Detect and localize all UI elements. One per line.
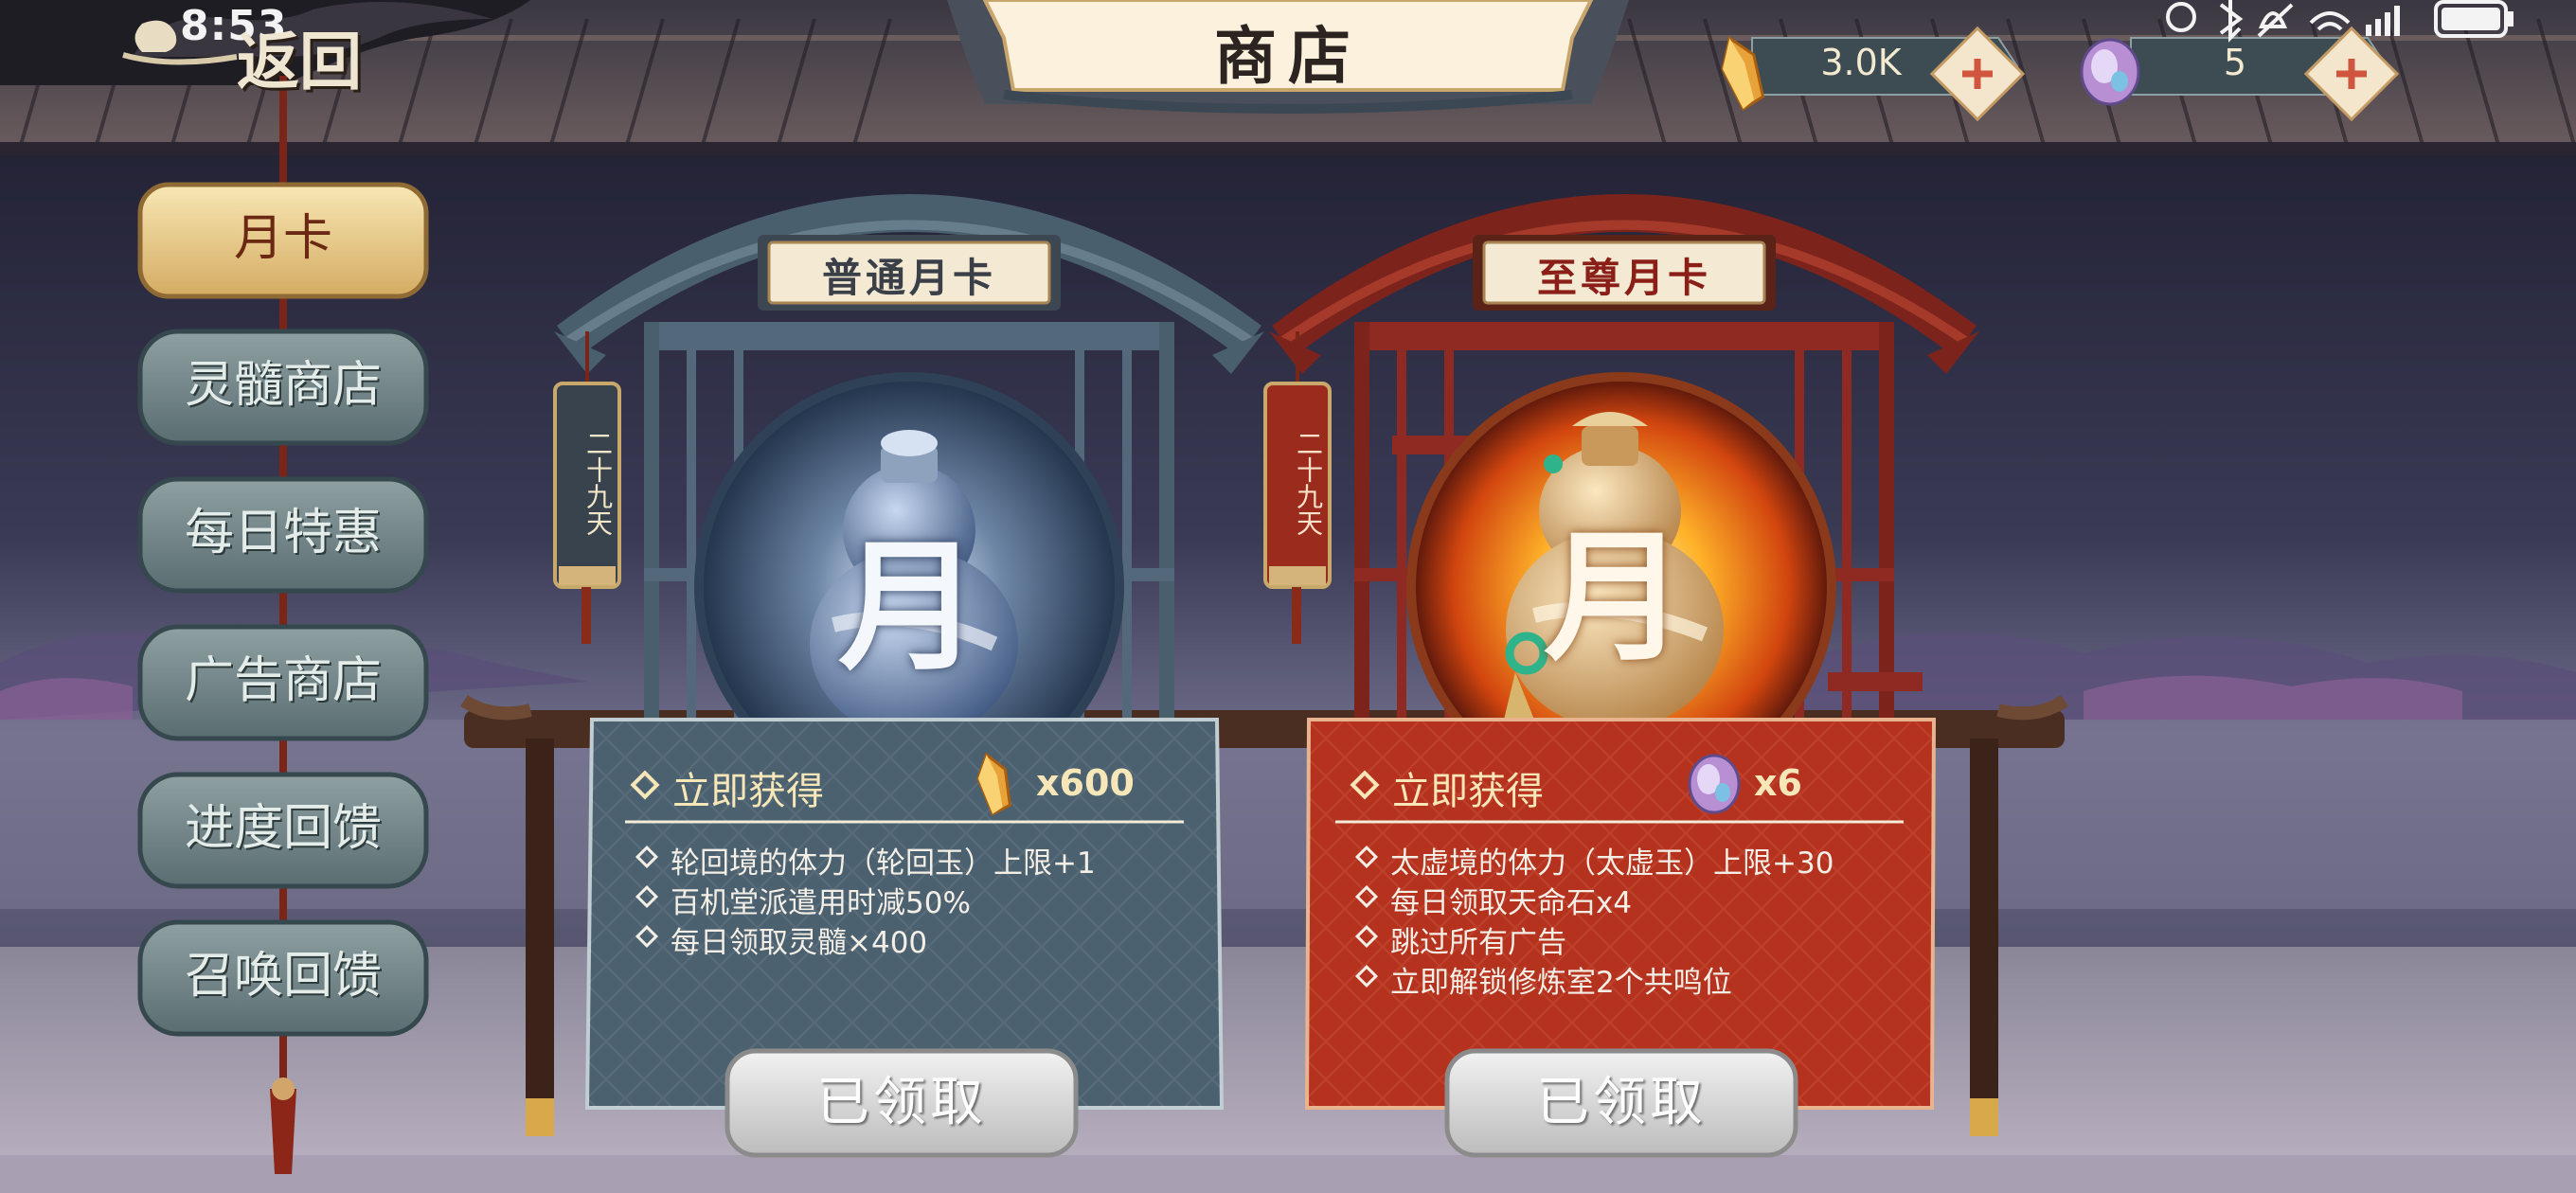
supreme-card-claim-button[interactable]: 已领取 [1447, 1051, 1796, 1155]
add-gem-button[interactable] [2316, 38, 2388, 110]
supreme-card-benefit: 每日领取天命石x4 [1390, 886, 1633, 920]
sidebar-item-summon-rewards[interactable]: 召唤回馈 [140, 922, 426, 1034]
supreme-card-get-now: 立即获得 [1392, 770, 1544, 813]
supreme-card-benefit: 太虚境的体力（太虚玉）上限+30 [1390, 846, 1834, 881]
sidebar-item-essence-shop[interactable]: 灵髓商店 [140, 331, 426, 443]
supreme-card-benefit: 跳过所有广告 [1390, 926, 1566, 960]
gold-currency-value: 3.0K [1820, 42, 1902, 83]
supreme-card-emblem: 月 [1543, 514, 1686, 681]
purple-gem-icon [2080, 38, 2140, 106]
normal-card-benefit: 轮回境的体力（轮回玉）上限+1 [671, 846, 1096, 881]
normal-card-days-left: 二十九天 [582, 430, 614, 536]
supreme-card-days-left: 二十九天 [1293, 430, 1324, 536]
normal-card-benefit: 百机堂派遣用时减50% [671, 886, 971, 920]
page-title: 商店 [1214, 19, 1362, 93]
supreme-card-reward-amount: x6 [1754, 762, 1802, 804]
gem-currency-value: 5 [2223, 42, 2247, 83]
back-label: 返回 [237, 25, 362, 98]
add-gold-button[interactable] [1941, 38, 2013, 110]
supreme-card-reward-icon [1688, 754, 1741, 814]
normal-card-get-now: 立即获得 [672, 770, 824, 813]
normal-card-emblem: 月 [837, 524, 980, 690]
supreme-card-sign: 至尊月卡 [1536, 255, 1711, 301]
sidebar-item-progress-rewards[interactable]: 进度回馈 [140, 775, 426, 886]
normal-card-claim-button[interactable]: 已领取 [727, 1051, 1076, 1155]
gold-crystal-icon [1705, 34, 1780, 114]
sidebar-item-ad-shop[interactable]: 广告商店 [140, 627, 426, 739]
normal-card-sign: 普通月卡 [821, 255, 996, 301]
normal-card-reward-amount: x600 [1036, 762, 1135, 804]
sidebar-item-monthly-card[interactable]: 月卡 [140, 185, 426, 296]
supreme-card-benefit: 立即解锁修炼室2个共鸣位 [1390, 966, 1732, 1000]
sidebar-item-daily-deals[interactable]: 每日特惠 [140, 479, 426, 591]
normal-card-benefit: 每日领取灵髓×400 [671, 926, 928, 960]
normal-card-reward-icon [966, 753, 1023, 815]
